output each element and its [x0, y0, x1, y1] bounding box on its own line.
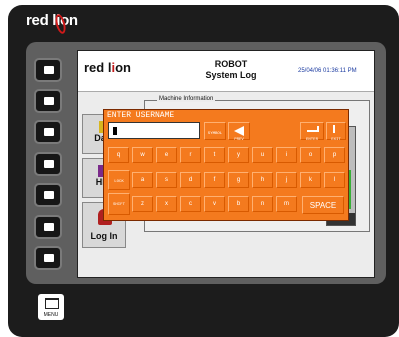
key-g[interactable]: g [228, 172, 249, 188]
key-e[interactable]: e [156, 147, 177, 163]
key-f-label: f [213, 177, 216, 183]
key-a[interactable]: a [132, 172, 153, 188]
key-e-label: e [164, 152, 169, 158]
key-w-label: w [140, 152, 145, 158]
key-r[interactable]: r [180, 147, 201, 163]
key-u-label: u [260, 152, 265, 158]
key-c[interactable]: c [180, 196, 201, 212]
side-key-7[interactable] [34, 246, 62, 270]
key-o[interactable]: o [300, 147, 321, 163]
menu-key[interactable]: MENU [38, 294, 64, 320]
key-c-label: c [189, 201, 192, 207]
key-m[interactable]: m [276, 196, 297, 212]
side-key-2[interactable] [34, 89, 62, 113]
lock-key-label: LOCK [114, 180, 124, 184]
key-b[interactable]: b [228, 196, 249, 212]
symbol-key-label: SYMBOL [207, 132, 223, 136]
screen-title: ROBOT System Log [186, 59, 276, 81]
text-cursor [113, 127, 117, 135]
brand-logo: red lion [26, 12, 78, 29]
key-d-label: d [188, 177, 193, 183]
space-key[interactable]: SPACE [302, 196, 344, 214]
title-line-2: System Log [205, 70, 257, 80]
key-q[interactable]: q [108, 147, 129, 163]
enter-key[interactable]: ENTER [300, 122, 324, 142]
key-p[interactable]: p [324, 147, 345, 163]
space-key-label: SPACE [309, 201, 337, 210]
shift-key-label: SHIFT [112, 203, 125, 207]
key-t-label: t [213, 152, 216, 158]
key-a-label: a [140, 177, 145, 183]
key-v[interactable]: v [204, 196, 225, 212]
key-z[interactable]: z [132, 196, 153, 212]
key-j-label: j [285, 177, 288, 183]
key-n[interactable]: n [252, 196, 273, 212]
side-key-6[interactable] [34, 215, 62, 239]
key-t[interactable]: t [204, 147, 225, 163]
key-y[interactable]: y [228, 147, 249, 163]
key-n-label: n [260, 201, 265, 207]
key-w[interactable]: w [132, 147, 153, 163]
onscreen-keyboard: ENTER USERNAME SYMBOL PREV ENTER EXIT LO… [103, 109, 349, 221]
key-m-label: m [284, 201, 289, 207]
key-x[interactable]: x [156, 196, 177, 212]
screen-header: red lion ROBOT System Log 25/04/06 01:36… [78, 51, 374, 92]
key-s-label: s [165, 177, 168, 183]
panel-label: Machine Information [157, 96, 216, 102]
key-i-label: i [285, 152, 288, 158]
key-o-label: o [308, 152, 313, 158]
key-l-label: l [333, 177, 336, 183]
key-v-label: v [213, 201, 216, 207]
side-key-4[interactable] [34, 152, 62, 176]
key-b-label: b [236, 201, 241, 207]
side-key-3[interactable] [34, 120, 62, 144]
title-line-1: ROBOT [214, 59, 248, 69]
key-i[interactable]: i [276, 147, 297, 163]
key-f[interactable]: f [204, 172, 225, 188]
key-h-label: h [260, 177, 265, 183]
key-k-label: k [309, 177, 312, 183]
keyboard-title: ENTER USERNAME [107, 111, 175, 120]
screen-logo: red lion [84, 60, 131, 75]
menu-icon [45, 298, 59, 309]
symbol-key[interactable]: SYMBOL [204, 122, 226, 140]
key-d[interactable]: d [180, 172, 201, 188]
shift-key[interactable]: SHIFT [108, 193, 130, 215]
datetime-display: 25/04/06 01:36:11 PM [298, 68, 357, 74]
username-input[interactable] [108, 122, 200, 139]
key-k[interactable]: k [300, 172, 321, 188]
prev-key[interactable]: PREV [228, 122, 250, 142]
nav-login-label: Log In [90, 231, 118, 241]
key-g-label: g [236, 177, 241, 183]
key-z-label: z [141, 201, 144, 207]
lock-key[interactable]: LOCK [108, 170, 130, 190]
key-y-label: y [237, 152, 240, 158]
key-p-label: p [332, 152, 337, 158]
side-key-5[interactable] [34, 183, 62, 207]
key-h[interactable]: h [252, 172, 273, 188]
key-l[interactable]: l [324, 172, 345, 188]
key-q-label: q [116, 152, 121, 158]
key-r-label: r [189, 152, 192, 158]
key-s[interactable]: s [156, 172, 177, 188]
key-x-label: x [165, 201, 168, 207]
key-j[interactable]: j [276, 172, 297, 188]
menu-key-label: MENU [43, 312, 59, 318]
side-key-1[interactable] [34, 58, 62, 82]
key-u[interactable]: u [252, 147, 273, 163]
exit-key[interactable]: EXIT [326, 122, 346, 142]
